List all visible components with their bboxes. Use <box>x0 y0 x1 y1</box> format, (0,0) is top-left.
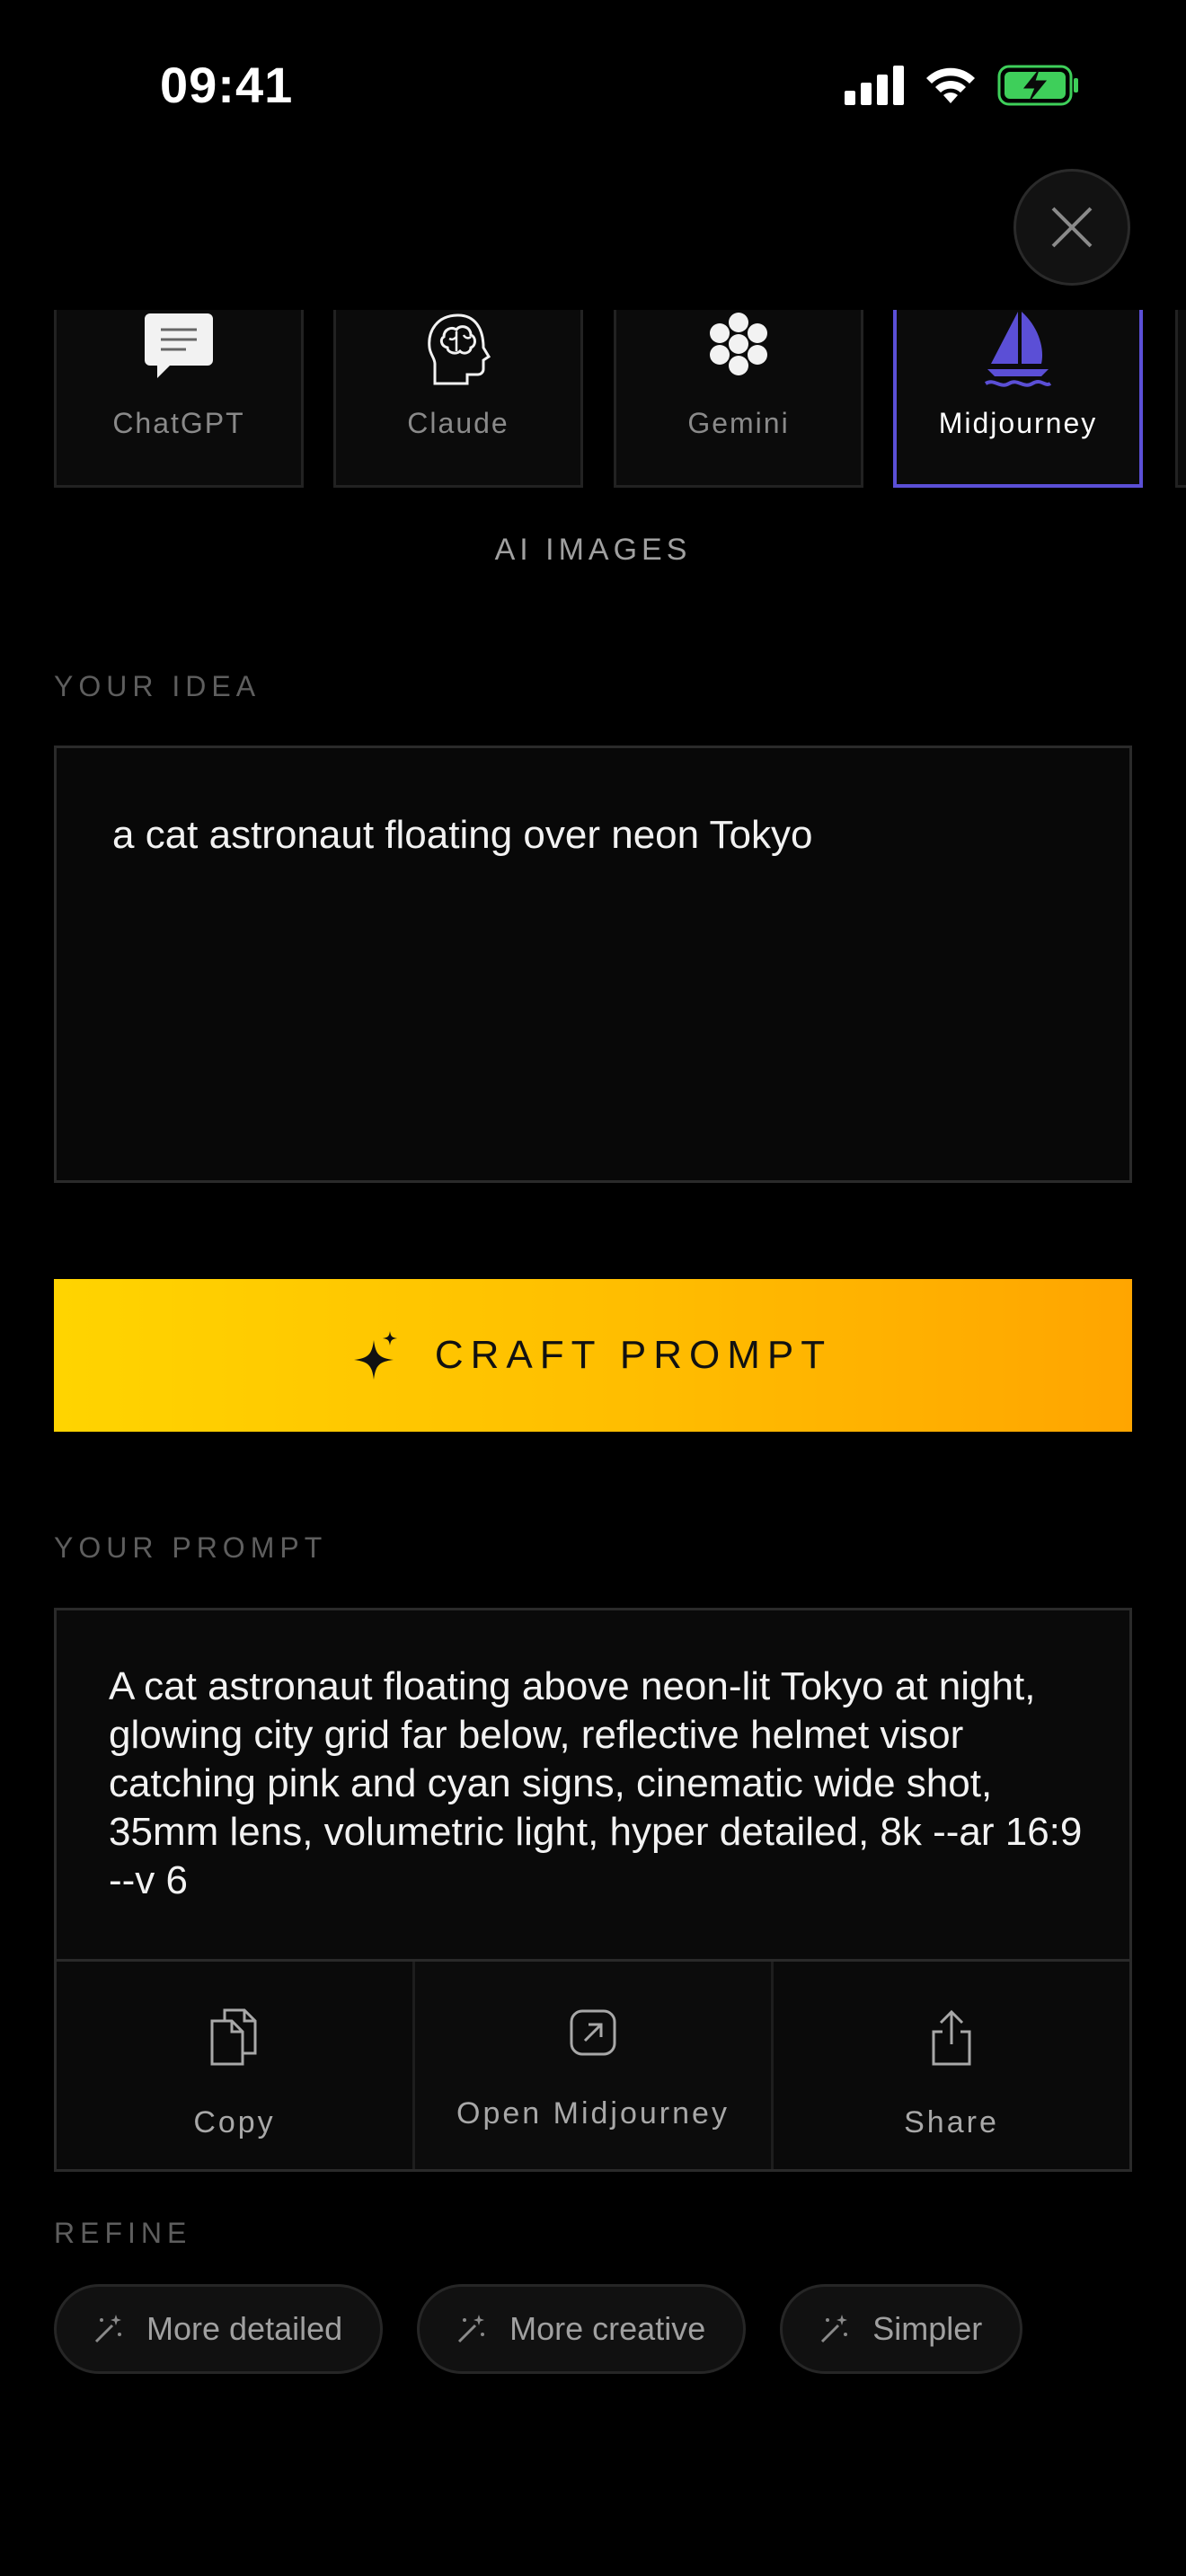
model-label: ChatGPT <box>112 407 245 439</box>
sparkle-icon <box>353 1331 397 1380</box>
model-card-chatgpt[interactable]: ChatGPT <box>54 310 304 488</box>
craft-prompt-button[interactable]: CRAFT PROMPT <box>54 1279 1132 1432</box>
share-icon <box>932 2009 971 2066</box>
close-icon <box>1051 207 1093 248</box>
sailboat-icon <box>984 312 1052 387</box>
model-card-midjourney[interactable]: Midjourney <box>893 310 1143 488</box>
wifi-icon <box>926 67 975 103</box>
copy-icon <box>210 2008 257 2066</box>
magic-wand-icon <box>94 2315 121 2343</box>
share-button[interactable]: Share <box>771 1962 1129 2169</box>
magic-wand-icon <box>458 2315 485 2343</box>
battery-charging-icon <box>997 65 1078 106</box>
craft-prompt-label: CRAFT PROMPT <box>434 1333 833 1377</box>
model-label: Gemini <box>687 407 790 439</box>
status-bar: 09:41 <box>0 0 1186 171</box>
chip-label: Simpler <box>872 2310 983 2347</box>
model-card-gemini[interactable]: Gemini <box>614 310 863 488</box>
open-midjourney-label: Open Midjourney <box>456 2096 730 2130</box>
chip-label: More detailed <box>146 2310 343 2347</box>
status-icons <box>845 65 1080 106</box>
prompt-output-text: A cat astronaut floating above neon-lit … <box>109 1664 1083 1902</box>
model-card-next[interactable] <box>1175 310 1186 488</box>
prompt-output: A cat astronaut floating above neon-lit … <box>54 1608 1132 2172</box>
refine-chips: More detailed More creative Simpler <box>54 2284 1023 2374</box>
prompt-section-label: YOUR PROMPT <box>54 1531 328 1564</box>
copy-label: Copy <box>193 2105 276 2139</box>
idea-input-value: a cat astronaut floating over neon Tokyo <box>112 813 813 857</box>
category-label: AI IMAGES <box>494 533 692 567</box>
model-label: Claude <box>407 407 509 439</box>
status-time: 09:41 <box>160 57 294 113</box>
prompt-actions: Copy Open Midjourney Share <box>57 1959 1129 2169</box>
refine-section-label: REFINE <box>54 2217 192 2249</box>
close-button[interactable] <box>1013 169 1130 286</box>
open-midjourney-button[interactable]: Open Midjourney <box>412 1962 771 2169</box>
refine-chip-more-creative[interactable]: More creative <box>417 2284 747 2374</box>
share-label: Share <box>904 2105 999 2139</box>
model-label: Midjourney <box>938 407 1098 439</box>
idea-input[interactable]: a cat astronaut floating over neon Tokyo <box>54 745 1132 1183</box>
brain-head-icon <box>428 313 491 385</box>
flower-dots-icon <box>710 313 767 375</box>
magic-wand-icon <box>821 2315 848 2343</box>
refine-chip-more-detailed[interactable]: More detailed <box>54 2284 384 2374</box>
chat-bubble-icon <box>145 313 213 378</box>
model-card-claude[interactable]: Claude <box>333 310 583 488</box>
copy-button[interactable]: Copy <box>57 1962 412 2169</box>
refine-chip-simpler[interactable]: Simpler <box>780 2284 1023 2374</box>
idea-section-label: YOUR IDEA <box>54 670 261 702</box>
cellular-signal-icon <box>845 66 904 105</box>
model-selector: ChatGPT Claude Gemini Midjourney <box>0 310 1186 490</box>
external-link-icon <box>570 2009 616 2056</box>
chip-label: More creative <box>509 2310 706 2347</box>
